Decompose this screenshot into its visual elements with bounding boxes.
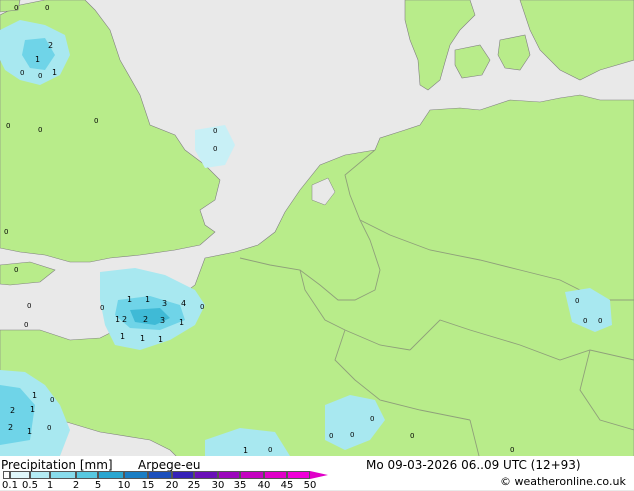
rain-label: 2	[143, 315, 148, 324]
zero-marker: 0	[598, 317, 602, 325]
rain-label: 1	[140, 334, 145, 343]
colorbar-segment	[264, 471, 287, 479]
rain-label: 3	[160, 316, 165, 325]
zero-marker: 0	[38, 72, 42, 80]
rain-label: 1	[30, 405, 35, 414]
rain-label: 1	[127, 295, 132, 304]
zero-marker: 0	[410, 432, 414, 440]
colorbar-segment	[10, 471, 30, 479]
copyright[interactable]: © weatheronline.co.uk	[500, 475, 626, 488]
zero-marker: 0	[94, 117, 98, 125]
product-title: Precipitation [mm]	[1, 458, 113, 472]
rain-label: 2	[48, 41, 53, 50]
zero-marker: 0	[510, 446, 514, 454]
rain-label: 2	[10, 406, 15, 415]
copyright-text: weatheronline.co.uk	[514, 475, 626, 488]
colorbar-segment	[30, 471, 50, 479]
zero-marker: 0	[38, 126, 42, 134]
valid-datetime: Mo 09-03-2026 06..09 UTC (12+93)	[366, 458, 581, 472]
model-name: Arpege-eu	[138, 458, 201, 472]
rain-label: 2	[122, 315, 127, 324]
rain-label: 1	[243, 446, 248, 455]
rain-label: 1	[115, 315, 120, 324]
zero-marker: 0	[100, 304, 104, 312]
colorbar-segment	[172, 471, 194, 479]
colorbar-segment	[148, 471, 172, 479]
colorbar-segment	[218, 471, 240, 479]
colorbar-segment	[124, 471, 148, 479]
colorbar-segment	[50, 471, 76, 479]
colorbar-segment	[3, 471, 10, 479]
rain-label: 1	[32, 391, 37, 400]
zero-marker: 0	[213, 145, 217, 153]
zero-marker: 0	[14, 4, 18, 12]
zero-marker: 0	[200, 303, 204, 311]
rain-label: 1	[158, 335, 163, 344]
zero-marker: 0	[14, 266, 18, 274]
rain-label: 2	[8, 423, 13, 432]
weather-map: 1 1 1 3 4 2 2 3 1 1 1 1 2 1 1 1 2 2 1 1 …	[0, 0, 634, 490]
copyright-icon: ©	[500, 475, 511, 488]
zero-marker: 0	[350, 431, 354, 439]
zero-marker: 0	[4, 228, 8, 236]
rain-label: 1	[35, 55, 40, 64]
zero-marker: 0	[24, 321, 28, 329]
zero-marker: 0	[583, 317, 587, 325]
zero-marker: 0	[370, 415, 374, 423]
zero-marker: 0	[268, 446, 272, 454]
colorbar-segment	[240, 471, 264, 479]
colorbar-segment	[194, 471, 218, 479]
rain-label: 1	[179, 318, 184, 327]
rain-label: 3	[162, 299, 167, 308]
zero-marker: 0	[6, 122, 10, 130]
zero-marker: 0	[575, 297, 579, 305]
rain-label: 4	[181, 299, 186, 308]
zero-marker: 0	[329, 432, 333, 440]
colorbar-arrow	[310, 471, 328, 479]
zero-marker: 0	[45, 4, 49, 12]
zero-marker: 0	[47, 424, 51, 432]
zero-marker: 0	[213, 127, 217, 135]
colorbar-segment	[76, 471, 98, 479]
colorbar-segment	[287, 471, 310, 479]
rain-label: 1	[120, 332, 125, 341]
rain-label: 1	[52, 68, 57, 77]
zero-marker: 0	[20, 69, 24, 77]
zero-marker: 0	[50, 396, 54, 404]
colorbar-segment	[98, 471, 124, 479]
zero-marker: 0	[27, 302, 31, 310]
rain-label: 1	[145, 295, 150, 304]
rain-label: 1	[27, 427, 32, 436]
